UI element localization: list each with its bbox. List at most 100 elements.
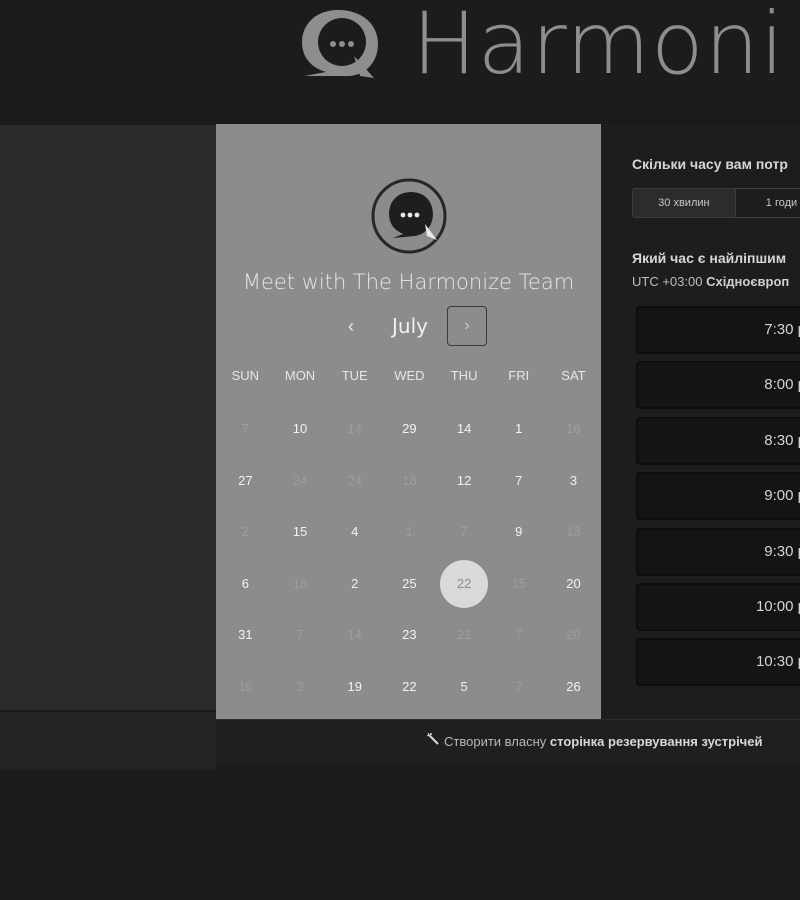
calendar-day[interactable]: 7: [491, 456, 546, 506]
time-slot-button[interactable]: 10:30 p: [636, 638, 800, 687]
next-month-button[interactable]: ›: [447, 306, 487, 346]
calendar-day-number: 22: [402, 679, 417, 694]
duration-option-1-hour[interactable]: 1 годи: [736, 189, 800, 217]
calendar-day-number: 20: [566, 575, 581, 591]
calendar-day[interactable]: 25: [382, 559, 437, 609]
calendar-day[interactable]: 31: [218, 610, 273, 660]
create-booking-page-link[interactable]: Створити власну сторінка резервування зу…: [427, 733, 762, 749]
calendar-day: 14: [327, 404, 382, 454]
calendar-day[interactable]: 23: [382, 610, 437, 660]
calendar-day-number: 1: [405, 524, 414, 540]
calendar-day[interactable]: 2: [327, 559, 382, 609]
calendar-day-number: 14: [347, 421, 362, 436]
calendar-day-number: 16: [238, 679, 253, 694]
timezone-offset: UTC +03:00: [632, 274, 703, 289]
duration-option-30-min[interactable]: 30 хвилин: [633, 189, 736, 217]
calendar-day-number: 7: [296, 627, 304, 643]
calendar-day-number: 23: [402, 627, 417, 643]
time-slot-button[interactable]: 8:30 p: [636, 416, 800, 465]
calendar-day[interactable]: 29: [382, 404, 437, 454]
calendar-day: 18: [382, 456, 437, 506]
duration-question: Скільки часу вам потр: [632, 156, 788, 172]
calendar-day[interactable]: 19: [327, 662, 382, 712]
footer-bar: Створити власну сторінка резервування зу…: [216, 719, 800, 765]
calendar-day: 24: [327, 456, 382, 506]
calendar-day[interactable]: 15: [273, 507, 328, 557]
calendar-week-row: 27 24 24 18 12 7 3: [218, 456, 601, 506]
time-slot-button[interactable]: 9:30 p: [636, 527, 800, 576]
calendar-day-number: 7: [241, 421, 249, 436]
calendar-day-number: 7: [515, 679, 523, 694]
calendar-day-number: 22: [456, 575, 472, 591]
calendar-day: 20: [546, 610, 601, 660]
calendar-day[interactable]: 27: [218, 456, 273, 506]
calendar-day[interactable]: 12: [437, 456, 492, 506]
calendar-day: 1: [382, 507, 437, 557]
timezone-name: Східноєвроп: [706, 274, 790, 289]
calendar-day[interactable]: 1: [491, 404, 546, 454]
calendar-week-row: 7 10 14 29 14 1 16: [218, 404, 601, 454]
calendar-day[interactable]: 5: [437, 662, 492, 712]
calendar-title: Meet with The Harmonize Team: [242, 270, 575, 294]
calendar-day[interactable]: 3: [546, 456, 601, 506]
calendar-week-row: 16 3 19 22 5 7 26: [218, 662, 601, 712]
calendar-day-number: 3: [296, 679, 304, 694]
harmonize-avatar-icon: [371, 178, 447, 254]
calendar-day-number: 20: [566, 627, 581, 643]
time-slot-button[interactable]: 7:30 p: [636, 306, 800, 354]
calendar-day-number: 29: [402, 421, 417, 436]
brand-name: Harmoni: [412, 0, 786, 94]
calendar-day-number: 15: [511, 575, 527, 591]
footer-text-prefix: Створити власну: [444, 734, 547, 749]
calendar-day-number: 1: [515, 421, 523, 436]
calendar-day-number: 19: [347, 679, 362, 694]
booking-panel: Скільки часу вам потр 30 хвилин 1 годи Я…: [601, 124, 800, 719]
calendar-day-number: 3: [569, 472, 578, 488]
footer-text-bold: сторінка резервування зустрічей: [549, 734, 763, 749]
calendar-day-number: 10: [292, 421, 308, 436]
left-background-panel: [0, 125, 216, 710]
calendar-day: 18: [273, 559, 328, 609]
calendar-day-number: 31: [238, 627, 253, 643]
calendar-day: 14: [327, 610, 382, 660]
calendar-day[interactable]: 9: [491, 507, 546, 557]
weekday-label: THU: [450, 368, 478, 383]
calendar-day[interactable]: 10: [273, 404, 328, 454]
calendar-day-number: 21: [456, 627, 472, 643]
calendar-day-number: 24: [292, 472, 308, 488]
calendar-day: 7: [491, 662, 546, 712]
calendar-day-number: 4: [351, 524, 359, 540]
calendar-day: 15: [491, 559, 546, 609]
calendar-day-number: 7: [460, 524, 468, 540]
left-footer-background: [0, 712, 216, 770]
previous-month-button[interactable]: ‹: [338, 306, 364, 346]
calendar-day[interactable]: 6: [218, 559, 273, 609]
calendar-day-number: 14: [347, 627, 362, 643]
weekday-label: SAT: [561, 368, 586, 383]
calendar-day-number: 15: [292, 524, 308, 540]
calendar-day-number: 27: [238, 472, 253, 488]
weekday-label: FRI: [508, 368, 530, 383]
calendar-day-number: 2: [351, 575, 359, 591]
time-slot-button[interactable]: 10:00 p: [636, 582, 800, 631]
month-label: July: [392, 314, 428, 338]
calendar-day[interactable]: 20: [546, 559, 601, 609]
time-slot-button[interactable]: 9:00 p: [636, 472, 800, 521]
calendar-day[interactable]: 14: [437, 404, 492, 454]
calendar-day-number: 7: [515, 472, 523, 488]
timezone-label[interactable]: UTC +03:00 Східноєвроп: [632, 274, 789, 289]
calendar-day[interactable]: 4: [327, 507, 382, 557]
calendar-day-selected[interactable]: 22: [437, 559, 492, 609]
time-slot-list: 7:30 p 8:00 p 8:30 p 9:00 p 9:30 p 10:00 p 10:…: [636, 306, 800, 694]
time-slot-button[interactable]: 8:00 p: [636, 361, 800, 410]
calendar-day-number: 24: [347, 472, 362, 488]
calendar-day-number: 6: [241, 575, 249, 591]
calendar-day: 2: [218, 507, 273, 557]
calendar-day: 7: [437, 507, 492, 557]
calendar-day[interactable]: 22: [382, 662, 437, 712]
weekday-label: WED: [394, 368, 425, 383]
weekday-header: SUN MON TUE WED THU FRI SAT: [218, 368, 601, 388]
calendar-day: 24: [273, 456, 328, 506]
calendar-day[interactable]: 26: [546, 662, 601, 712]
calendar-day-number: 12: [456, 472, 472, 488]
